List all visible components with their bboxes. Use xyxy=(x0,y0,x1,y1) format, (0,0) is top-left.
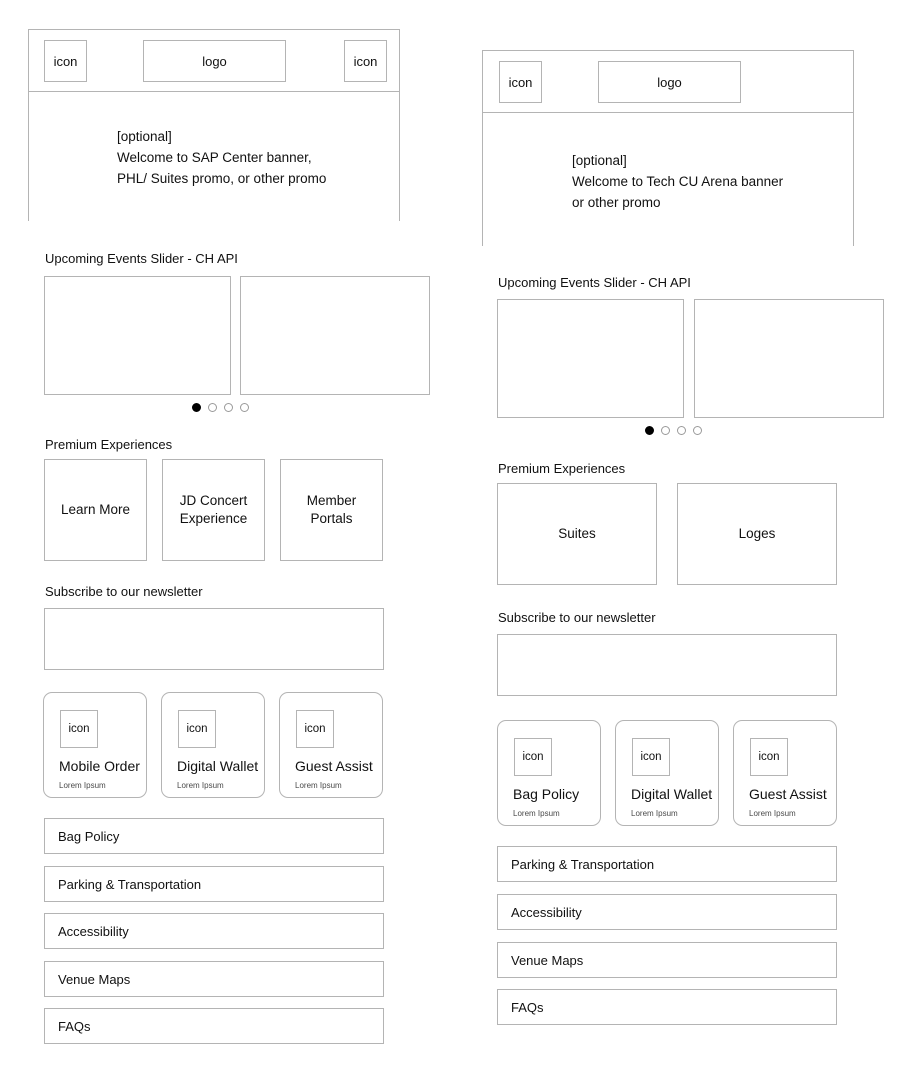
feature-card-title: Guest Assist xyxy=(295,758,373,774)
promo-banner[interactable]: [optional] Welcome to SAP Center banner,… xyxy=(29,92,399,221)
feature-card-icon-label: icon xyxy=(186,723,208,735)
events-carousel-dots xyxy=(645,426,702,435)
link-row-accessibility[interactable]: Accessibility xyxy=(44,913,384,949)
header-menu-icon-label: icon xyxy=(53,53,78,69)
feature-card-title: Bag Policy xyxy=(513,786,580,802)
carousel-dot-4[interactable] xyxy=(693,426,702,435)
feature-card[interactable]: icon Digital Wallet Lorem Ipsum xyxy=(161,692,265,798)
event-slide-card[interactable] xyxy=(44,276,231,395)
feature-card-title: Digital Wallet xyxy=(631,786,713,802)
feature-card[interactable]: icon Guest Assist Lorem Ipsum xyxy=(279,692,383,798)
premium-tile[interactable]: JD Concert Experience xyxy=(162,459,265,561)
feature-card-subtitle: Lorem Ipsum xyxy=(749,809,796,818)
feature-card-title: Mobile Order xyxy=(59,758,140,774)
header-block: icon logo [optional] Welcome to Tech CU … xyxy=(482,50,854,246)
feature-card-subtitle: Lorem Ipsum xyxy=(295,781,342,790)
feature-card-subtitle: Lorem Ipsum xyxy=(59,781,106,790)
header-bar: icon logo icon xyxy=(29,30,399,92)
events-section-label: Upcoming Events Slider - CH API xyxy=(45,251,238,266)
feature-card-icon: icon xyxy=(60,710,98,748)
promo-banner-text: [optional] Welcome to Tech CU Arena bann… xyxy=(572,153,784,210)
link-row-venue-maps[interactable]: Venue Maps xyxy=(497,942,837,978)
feature-card-subtitle: Lorem Ipsum xyxy=(631,809,678,818)
premium-section-label: Premium Experiences xyxy=(498,461,626,476)
feature-card-icon-label: icon xyxy=(68,723,90,735)
premium-tile[interactable]: Loges xyxy=(677,483,837,585)
feature-card-icon-label: icon xyxy=(758,751,780,763)
link-row-label: FAQs xyxy=(58,1018,91,1034)
newsletter-signup-field[interactable] xyxy=(497,634,837,696)
events-carousel-dots xyxy=(192,403,249,412)
carousel-dot-1[interactable] xyxy=(192,403,201,412)
link-row-bag-policy[interactable]: Bag Policy xyxy=(44,818,384,854)
feature-card-icon: icon xyxy=(632,738,670,776)
link-row-label: Accessibility xyxy=(511,904,582,920)
link-row-label: Bag Policy xyxy=(58,828,120,844)
feature-card-icon-label: icon xyxy=(640,751,662,763)
link-row-label: Parking & Transportation xyxy=(511,856,655,872)
header-logo[interactable]: logo xyxy=(598,61,741,103)
link-row-faqs[interactable]: FAQs xyxy=(497,989,837,1025)
header-logo-label: logo xyxy=(202,53,227,69)
feature-card-icon: icon xyxy=(296,710,334,748)
feature-card-icon: icon xyxy=(514,738,552,776)
link-row-parking-transportation[interactable]: Parking & Transportation xyxy=(497,846,837,882)
link-row-label: Venue Maps xyxy=(58,971,131,987)
feature-card[interactable]: icon Mobile Order Lorem Ipsum xyxy=(43,692,147,798)
feature-card-icon: icon xyxy=(178,710,216,748)
premium-section-label: Premium Experiences xyxy=(45,437,173,452)
header-logo-label: logo xyxy=(657,74,682,90)
wireframe-column-tech-cu-arena: icon logo [optional] Welcome to Tech CU … xyxy=(460,0,918,1080)
header-block: icon logo icon [optional] Welcome to SAP… xyxy=(28,29,400,221)
carousel-dot-3[interactable] xyxy=(677,426,686,435)
link-row-label: FAQs xyxy=(511,999,544,1015)
feature-card-icon-label: icon xyxy=(522,751,544,763)
link-row-accessibility[interactable]: Accessibility xyxy=(497,894,837,930)
link-row-label: Accessibility xyxy=(58,923,129,939)
newsletter-signup-field[interactable] xyxy=(44,608,384,670)
premium-tile[interactable]: Learn More xyxy=(44,459,147,561)
events-section-label: Upcoming Events Slider - CH API xyxy=(498,275,691,290)
feature-card[interactable]: icon Digital Wallet Lorem Ipsum xyxy=(615,720,719,826)
header-account-icon[interactable]: icon xyxy=(344,40,387,82)
premium-tile[interactable]: Member Portals xyxy=(280,459,383,561)
header-menu-icon[interactable]: icon xyxy=(499,61,542,103)
header-menu-icon[interactable]: icon xyxy=(44,40,87,82)
carousel-dot-1[interactable] xyxy=(645,426,654,435)
header-menu-icon-label: icon xyxy=(508,74,533,90)
carousel-dot-4[interactable] xyxy=(240,403,249,412)
feature-card-subtitle: Lorem Ipsum xyxy=(177,781,224,790)
link-row-parking-transportation[interactable]: Parking & Transportation xyxy=(44,866,384,902)
feature-card-icon-label: icon xyxy=(304,723,326,735)
feature-card-subtitle: Lorem Ipsum xyxy=(513,809,560,818)
link-row-label: Parking & Transportation xyxy=(58,876,202,892)
feature-card-title: Guest Assist xyxy=(749,786,827,802)
feature-card[interactable]: icon Bag Policy Lorem Ipsum xyxy=(497,720,601,826)
header-logo[interactable]: logo xyxy=(143,40,286,82)
event-slide-card[interactable] xyxy=(240,276,430,395)
feature-card-icon: icon xyxy=(750,738,788,776)
event-slide-card[interactable] xyxy=(497,299,684,418)
promo-banner-text: [optional] Welcome to SAP Center banner,… xyxy=(117,129,327,186)
header-account-icon-label: icon xyxy=(353,53,378,69)
event-slide-card[interactable] xyxy=(694,299,884,418)
header-bar: icon logo xyxy=(483,51,853,113)
link-row-faqs[interactable]: FAQs xyxy=(44,1008,384,1044)
carousel-dot-2[interactable] xyxy=(208,403,217,412)
premium-tile[interactable]: Suites xyxy=(497,483,657,585)
link-row-venue-maps[interactable]: Venue Maps xyxy=(44,961,384,997)
link-row-label: Venue Maps xyxy=(511,952,584,968)
carousel-dot-3[interactable] xyxy=(224,403,233,412)
feature-card-title: Digital Wallet xyxy=(177,758,259,774)
newsletter-section-label: Subscribe to our newsletter xyxy=(498,610,656,625)
newsletter-section-label: Subscribe to our newsletter xyxy=(45,584,203,599)
carousel-dot-2[interactable] xyxy=(661,426,670,435)
feature-card[interactable]: icon Guest Assist Lorem Ipsum xyxy=(733,720,837,826)
wireframe-column-sap-center: icon logo icon [optional] Welcome to SAP… xyxy=(0,0,460,1080)
promo-banner[interactable]: [optional] Welcome to Tech CU Arena bann… xyxy=(483,113,853,246)
